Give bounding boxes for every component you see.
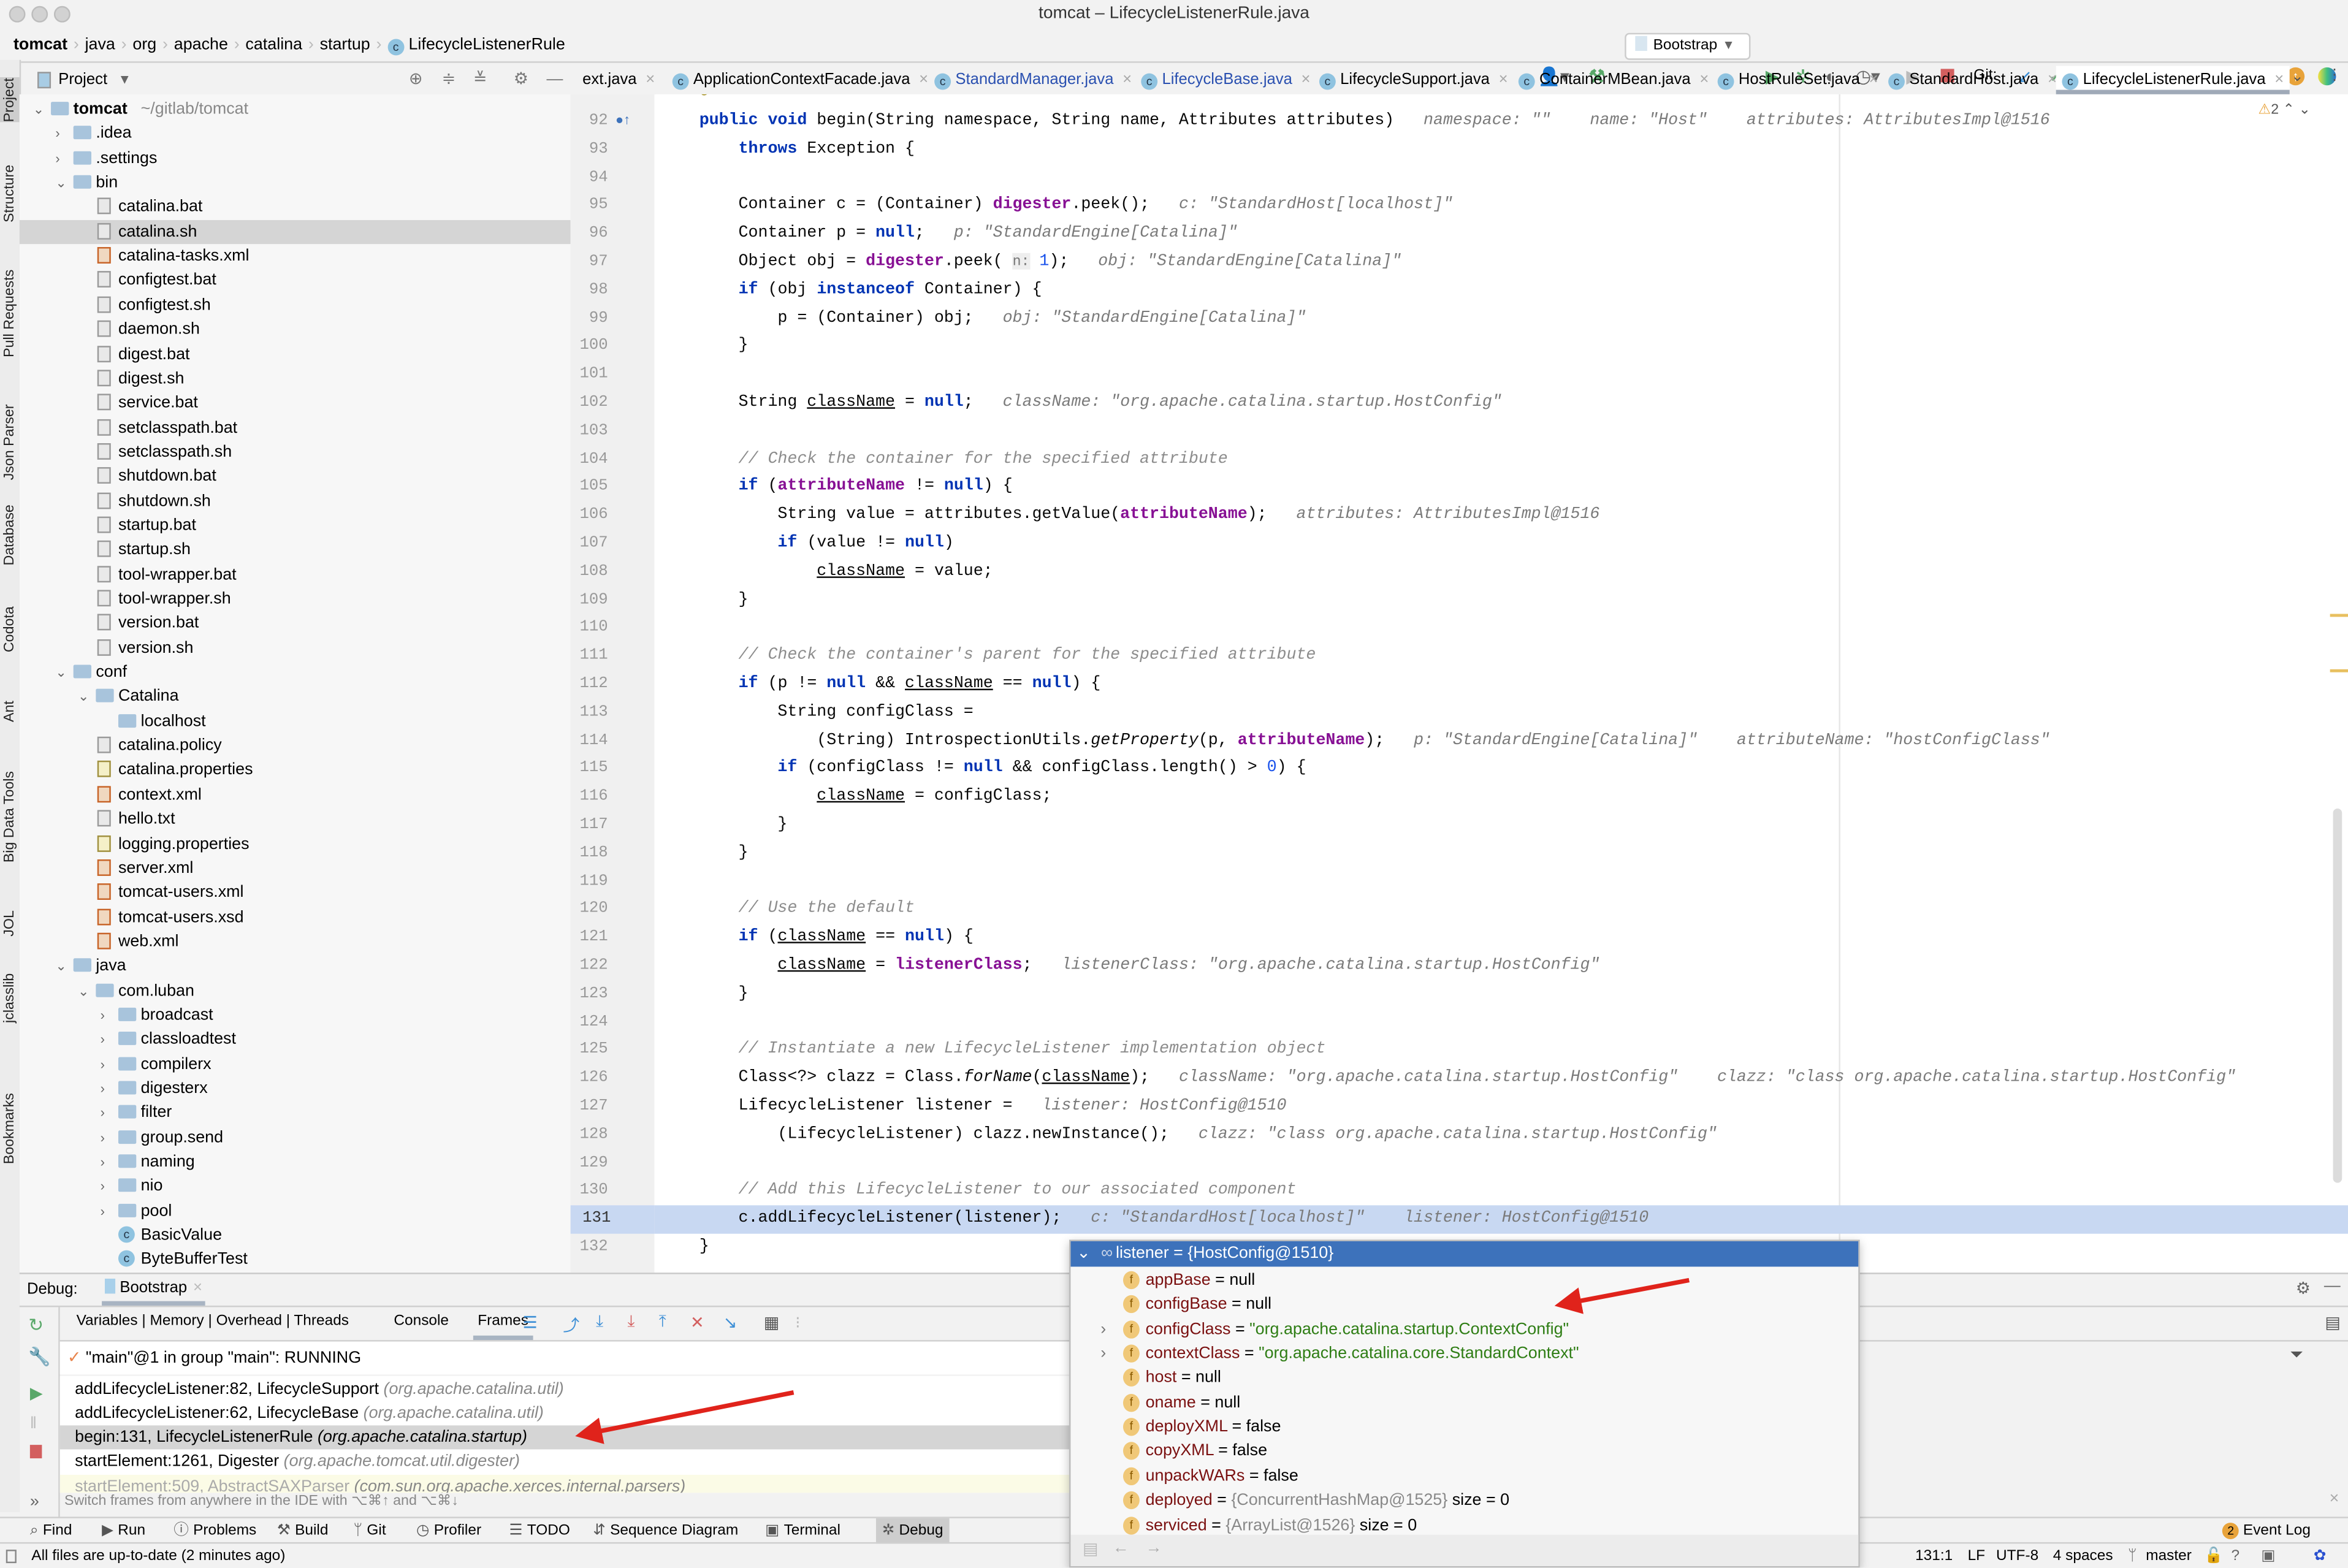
- red-arrow-current-frame: [575, 1390, 795, 1444]
- ide-window: tomcat – LifecycleListenerRule.java tomc…: [0, 0, 2348, 1568]
- red-arrow-config-class: [1554, 1277, 1690, 1314]
- annotation-arrows: [575, 1277, 1690, 1444]
